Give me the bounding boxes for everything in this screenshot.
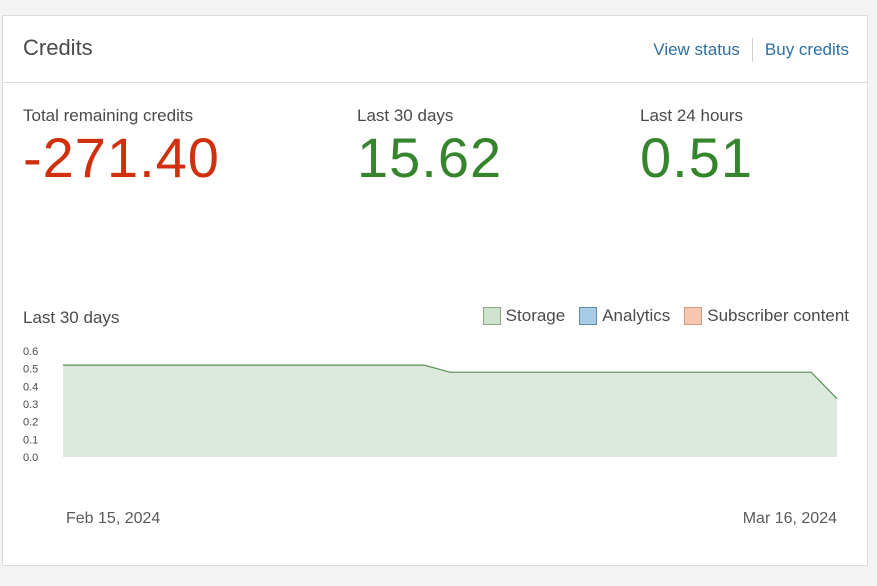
- y-tick-label: 0.6: [23, 346, 38, 358]
- credits-area-chart: 0.6 0.5 0.4 0.3 0.2 0.1 0.0: [23, 346, 838, 464]
- chart-title: Last 30 days: [23, 308, 120, 327]
- credits-card: Credits View status Buy credits Total re…: [2, 15, 868, 566]
- y-tick-label: 0.0: [23, 452, 38, 464]
- y-tick-label: 0.4: [23, 381, 38, 393]
- stat-value: 0.51: [640, 126, 753, 189]
- y-tick-label: 0.2: [23, 417, 38, 429]
- stat-total-remaining: Total remaining credits -271.40: [23, 106, 220, 186]
- stat-last-30-days: Last 30 days 15.62: [357, 106, 502, 186]
- legend-label: Analytics: [602, 306, 671, 325]
- y-tick-label: 0.1: [23, 434, 38, 446]
- legend-label: Subscriber content: [707, 306, 849, 325]
- stat-label: Last 24 hours: [640, 106, 744, 125]
- stat-value: 15.62: [357, 126, 503, 189]
- legend-label: Storage: [505, 306, 566, 325]
- y-tick-label: 0.3: [23, 399, 38, 411]
- chart-legend: Storage Analytics Subscriber content: [469, 306, 849, 326]
- legend-swatch-subscriber-content: [684, 307, 703, 325]
- x-axis-end-label: Mar 16, 2024: [742, 510, 837, 527]
- stat-last-24-hours: Last 24 hours 0.51: [640, 106, 753, 186]
- stat-value: -271.40: [23, 126, 220, 189]
- legend-swatch-storage: [482, 307, 501, 325]
- x-axis-start-label: Feb 15, 2024: [66, 510, 161, 527]
- stat-label: Last 30 days: [357, 106, 454, 125]
- buy-credits-link[interactable]: Buy credits: [765, 40, 849, 60]
- y-tick-label: 0.5: [23, 364, 38, 376]
- header-actions: View status Buy credits: [653, 38, 849, 62]
- stat-label: Total remaining credits: [23, 106, 194, 125]
- legend-item-subscriber-content[interactable]: Subscriber content: [684, 306, 849, 326]
- view-status-link[interactable]: View status: [653, 40, 740, 60]
- storage-area: [63, 365, 837, 457]
- legend-item-analytics[interactable]: Analytics: [579, 306, 670, 326]
- legend-swatch-analytics: [579, 307, 598, 325]
- card-header: Credits View status Buy credits: [3, 16, 867, 83]
- action-divider: [751, 38, 753, 62]
- card-title: Credits: [23, 35, 93, 60]
- legend-item-storage[interactable]: Storage: [482, 306, 566, 326]
